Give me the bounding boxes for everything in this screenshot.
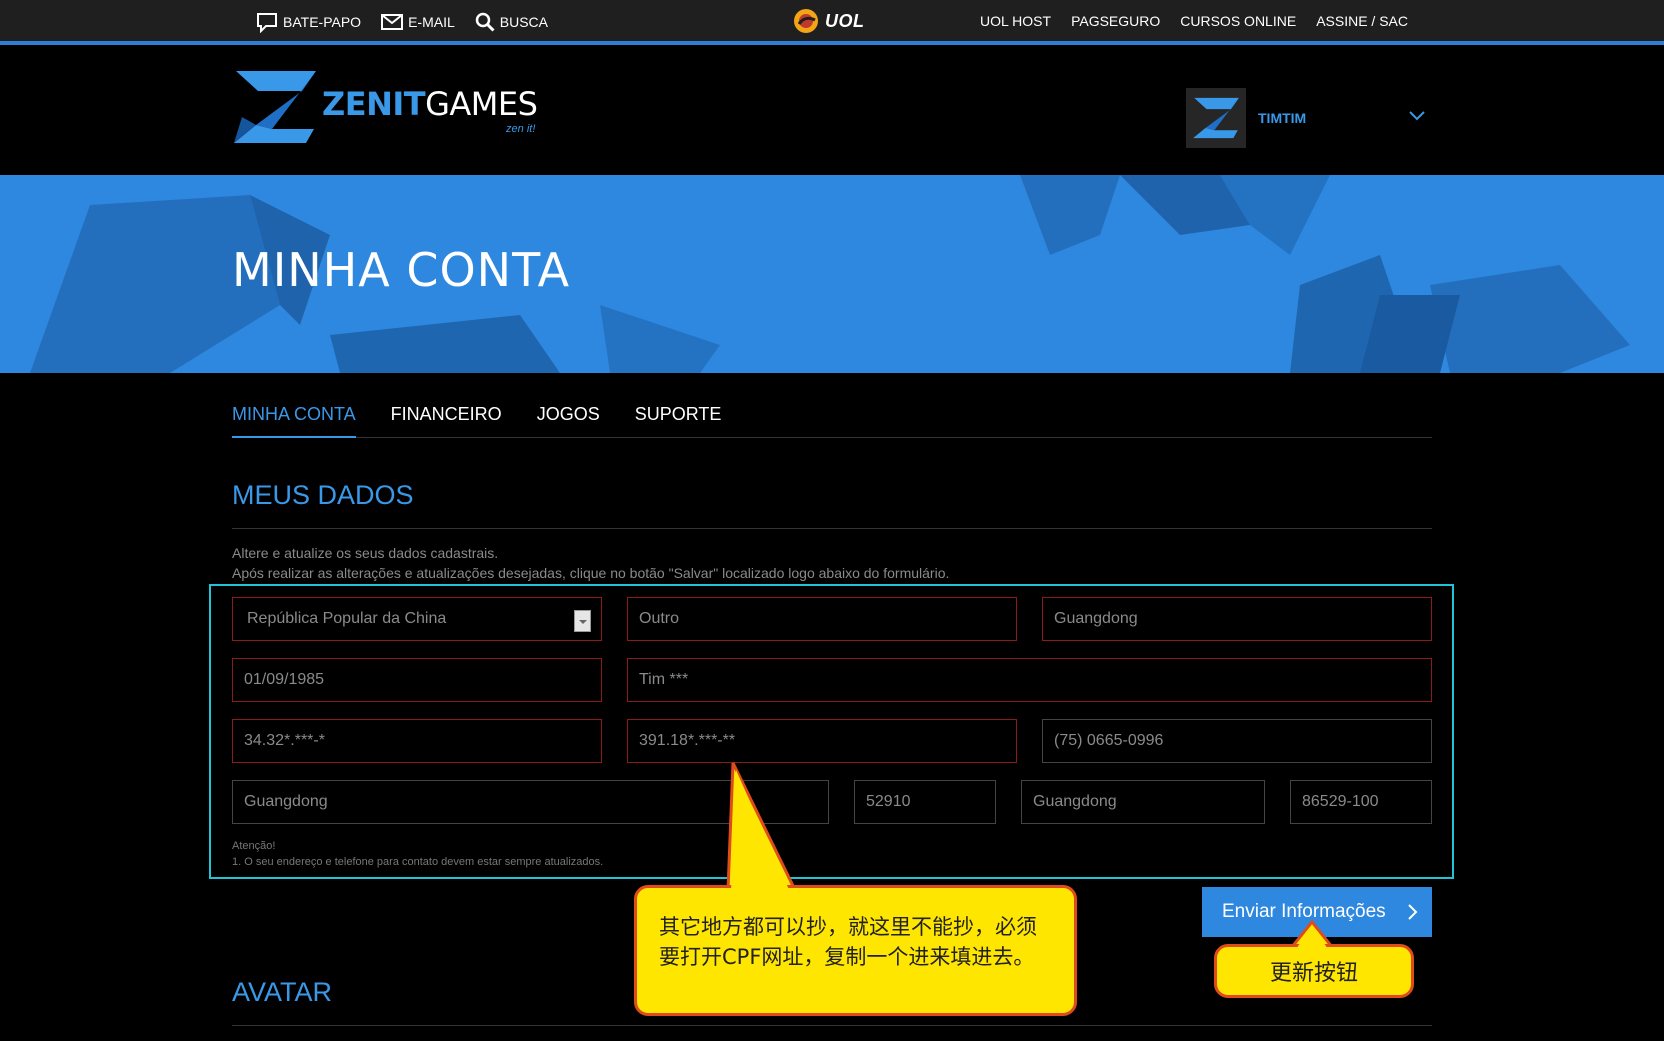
state-field[interactable]: Guangdong [1042,597,1432,641]
submit-button[interactable]: Enviar Informações [1202,887,1432,937]
country-select[interactable]: República Popular da China [232,597,602,641]
username: TIMTIM [1258,110,1307,126]
brand-tagline: zen it! [506,123,536,135]
page-title: MINHA CONTA [232,243,571,297]
notice-title: Atenção! [232,840,276,852]
avatar-divider [232,1025,1432,1026]
brand-wordmark: ZENITGAMES zen it! [322,85,538,135]
chevron-right-icon [1408,904,1418,920]
uol-sun-icon [794,9,818,33]
brand-zenit: ZENIT [322,85,426,123]
hero-banner: MINHA CONTA [0,175,1664,373]
cpf-field[interactable]: 391.18*.***-** [627,719,1017,763]
busca-label: BUSCA [499,14,548,30]
mail-icon [381,14,404,30]
tab-suporte[interactable]: SUPORTE [635,404,722,438]
number-field[interactable]: 52910 [854,780,996,824]
form-notice: Atenção! 1. O seu endereço e telefone pa… [232,838,603,870]
avatar-section-title: AVATAR [232,977,333,1007]
zenit-z-icon [234,71,316,143]
full-name-field[interactable]: Tim *** [627,658,1432,702]
zenitgames-logo[interactable]: ZENITGAMES zen it! [232,69,538,145]
button-annotation-callout: 更新按钮 [1214,944,1414,998]
address-value: Guangdong [244,793,328,810]
cpf-value: 391.18*.***-** [639,732,736,749]
search-icon [475,12,495,32]
meus-dados-title: MEUS DADOS [232,480,414,510]
avatar [1186,88,1246,148]
brand-games: GAMES [425,85,538,123]
address-field[interactable]: Guangdong [232,780,829,824]
rg-field[interactable]: 34.32*.***-* [232,719,602,763]
city-type-value: Outro [639,610,680,627]
chat-icon [257,13,277,33]
city-type-field[interactable]: Outro [627,597,1017,641]
country-value: República Popular da China [247,610,447,627]
phone-value: (75) 0665-0996 [1054,732,1164,749]
pagseguro-link[interactable]: PAGSEGURO [1071,13,1160,29]
full-name-value: Tim *** [639,671,689,688]
uol-host-link[interactable]: UOL HOST [980,13,1051,29]
zenit-z-avatar-icon [1193,97,1239,139]
button-annotation-text: 更新按钮 [1269,961,1358,986]
tab-minha-conta[interactable]: MINHA CONTA [232,404,356,438]
meus-dados-divider [232,528,1432,529]
assine-sac-link[interactable]: ASSINE / SAC [1316,13,1408,29]
birth-date-value: 01/09/1985 [244,671,325,688]
submit-label: Enviar Informações [1222,901,1386,922]
user-menu[interactable]: TIMTIM [1186,88,1426,148]
birth-date-field[interactable]: 01/09/1985 [232,658,602,702]
uol-logo[interactable]: UOL [793,8,865,34]
zip-value: 86529-100 [1302,793,1379,810]
uol-top-bar: BATE-PAPO E-MAIL BUSCA UOL UOL HOST PAGS… [0,0,1664,45]
tab-financeiro[interactable]: FINANCEIRO [391,404,502,438]
busca-link[interactable]: BUSCA [475,12,548,32]
state-value: Guangdong [1054,610,1138,627]
bate-papo-label: BATE-PAPO [283,14,362,30]
chevron-down-icon[interactable] [1408,110,1426,122]
cpf-annotation-text: 其它地方都可以抄，就这里不能抄，必须要打开CPF网址，复制一个进来填进去。 [659,915,1037,969]
select-arrow-icon[interactable] [574,610,591,632]
account-tabs: MINHA CONTA FINANCEIRO JOGOS SUPORTE [232,404,1432,438]
bate-papo-link[interactable]: BATE-PAPO [256,11,361,33]
intro-line-2: Após realizar as alterações e atualizaçõ… [232,565,950,581]
notice-text: 1. O seu endereço e telefone para contat… [232,856,604,868]
uol-left-nav: BATE-PAPO E-MAIL BUSCA [256,11,568,33]
district-field[interactable]: Guangdong [1021,780,1265,824]
tab-jogos[interactable]: JOGOS [537,404,600,438]
intro-line-1: Altere e atualize os seus dados cadastra… [232,545,499,561]
uol-logo-text: UOL [825,10,865,31]
meus-dados-intro: Altere e atualize os seus dados cadastra… [232,543,949,583]
uol-right-nav: UOL HOST PAGSEGURO CURSOS ONLINE ASSINE … [960,13,1408,29]
cpf-annotation-callout: 其它地方都可以抄，就这里不能抄，必须要打开CPF网址，复制一个进来填进去。 [634,885,1077,1016]
zip-field[interactable]: 86529-100 [1290,780,1432,824]
email-label: E-MAIL [408,14,455,30]
number-value: 52910 [866,793,911,810]
rg-value: 34.32*.***-* [244,732,325,749]
email-link[interactable]: E-MAIL [381,13,455,31]
site-header: ZENITGAMES zen it! TIMTIM [0,45,1664,175]
phone-field[interactable]: (75) 0665-0996 [1042,719,1432,763]
cursos-online-link[interactable]: CURSOS ONLINE [1180,13,1296,29]
district-value: Guangdong [1033,793,1117,810]
